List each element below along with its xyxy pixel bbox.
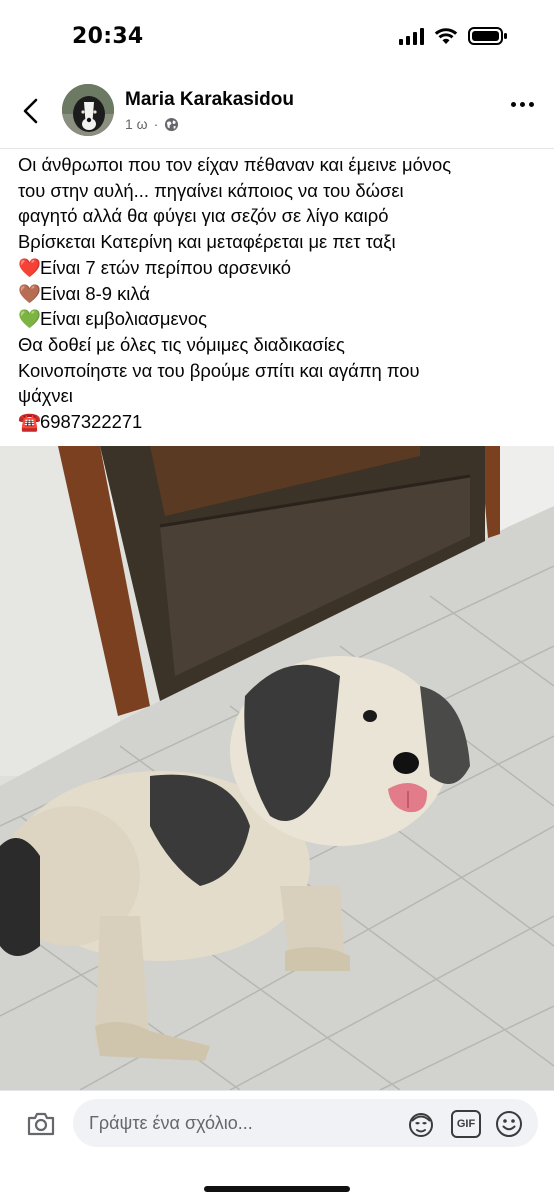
- gif-icon[interactable]: GIF: [451, 1110, 481, 1138]
- post-text-line: Οι άνθρωποι που τον είχαν πέθαναν και έμ…: [18, 154, 452, 175]
- post-text-line: ψάχνει: [18, 385, 73, 407]
- post-text-line: Κοινοποίηστε να του βρούμε σπίτι και αγά…: [18, 359, 420, 381]
- battery-icon: [468, 27, 507, 45]
- wifi-icon: [434, 28, 458, 44]
- author-name[interactable]: Maria Karakasidou: [125, 89, 294, 111]
- post-text-span: Είναι εμβολιασμενος: [40, 308, 207, 330]
- post-header: Maria Karakasidou 1 ω ·: [0, 74, 554, 149]
- globe-icon: [165, 117, 179, 131]
- post-text-line: ☎️6987322271: [18, 409, 538, 435]
- dog-photo-image: [0, 446, 554, 1090]
- comment-input[interactable]: Γράψτε ένα σχόλιο... GIF: [73, 1099, 538, 1147]
- emoji-icon[interactable]: [495, 1110, 523, 1138]
- post-text-line: Θα δοθεί με όλες τις νόμιμες διαδικασίες: [18, 333, 345, 355]
- post-text: Οι άνθρωποι που τον είχαν πέθαναν και έμ…: [18, 152, 538, 435]
- separator-dot: ·: [153, 116, 159, 132]
- cellular-signal-icon: [399, 27, 424, 45]
- post-text-line: του στην αυλή... πηγαίνει κάποιος να του…: [18, 179, 404, 201]
- post-meta: 1 ω ·: [125, 116, 179, 132]
- avatar-sticker-icon[interactable]: [407, 1110, 435, 1138]
- status-time: 20:34: [72, 24, 144, 49]
- post-time[interactable]: 1 ω: [125, 116, 148, 132]
- brown-heart-icon: 🤎: [18, 282, 41, 304]
- post-text-line: φαγητό αλλά θα φύγει για σεζόν σε λίγο κ…: [18, 205, 389, 227]
- comment-placeholder: Γράψτε ένα σχόλιο...: [89, 1113, 253, 1133]
- post-text-line: Βρίσκεται Κατερίνη και μεταφέρεται με πε…: [18, 231, 396, 253]
- post-text-span: Είναι 8-9 κιλά: [40, 282, 150, 304]
- post-text-span: Είναι 7 ετών περίπου αρσενικό: [40, 256, 291, 278]
- red-heart-icon: ❤️: [18, 256, 41, 278]
- more-options-icon[interactable]: [511, 102, 534, 107]
- comment-bar: Γράψτε ένα σχόλιο... GIF: [0, 1090, 554, 1201]
- post-text-line: ❤️Είναι 7 ετών περίπου αρσενικό: [18, 255, 538, 281]
- camera-icon[interactable]: [26, 1111, 56, 1137]
- post-photo[interactable]: [0, 446, 554, 1090]
- post-text-line: 🤎Είναι 8-9 κιλά: [18, 281, 538, 307]
- phone-number[interactable]: 6987322271: [40, 411, 142, 432]
- green-heart-icon: 💚: [18, 308, 41, 330]
- home-indicator[interactable]: [204, 1186, 350, 1192]
- back-arrow-icon[interactable]: [18, 96, 46, 126]
- phone-icon: ☎️: [18, 411, 41, 433]
- status-bar: 20:34: [0, 0, 554, 74]
- avatar[interactable]: [62, 84, 114, 136]
- post-text-line: 💚Είναι εμβολιασμενος: [18, 306, 538, 332]
- status-icons: [399, 26, 508, 46]
